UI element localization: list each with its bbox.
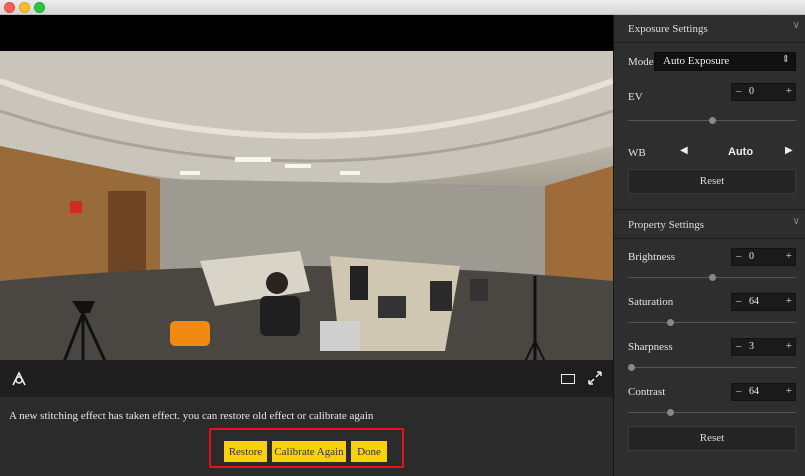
property-settings-title: Property Settings: [628, 219, 705, 231]
stitching-message: A new stitching effect has taken effect.…: [9, 410, 374, 422]
ev-value[interactable]: 0: [749, 86, 754, 97]
contrast-value[interactable]: 64: [749, 386, 759, 397]
close-window-button[interactable]: [4, 2, 15, 13]
ev-label: EV: [628, 91, 643, 103]
wb-value: Auto: [728, 146, 754, 158]
wb-next-icon[interactable]: ▶: [785, 145, 793, 156]
mode-label: Mode: [628, 56, 654, 68]
chevron-down-icon[interactable]: ∨: [793, 216, 800, 227]
saturation-increment-button[interactable]: +: [786, 295, 792, 307]
sharpness-slider-knob[interactable]: [628, 364, 635, 371]
restore-button[interactable]: Restore: [224, 441, 267, 462]
saturation-label: Saturation: [628, 296, 674, 308]
preview-area: A new stitching effect has taken effect.…: [0, 15, 613, 476]
contrast-slider-knob[interactable]: [667, 409, 674, 416]
contrast-label: Contrast: [628, 386, 666, 398]
done-button[interactable]: Done: [351, 441, 387, 462]
brightness-increment-button[interactable]: +: [786, 250, 792, 262]
saturation-slider-knob[interactable]: [667, 319, 674, 326]
mode-select[interactable]: Auto Exposure ⇕: [654, 52, 796, 71]
sharpness-slider[interactable]: [628, 364, 796, 371]
action-highlight-box: Restore Calibrate Again Done: [209, 428, 404, 468]
ev-stepper[interactable]: – 0 +: [731, 83, 796, 101]
mode-select-value: Auto Exposure: [663, 55, 730, 67]
property-settings-header[interactable]: Property Settings ∨: [614, 211, 805, 237]
stitch-icon[interactable]: [10, 370, 28, 388]
brightness-value[interactable]: 0: [749, 251, 754, 262]
zoom-window-button[interactable]: [34, 2, 45, 13]
sharpness-decrement-button[interactable]: –: [736, 340, 742, 352]
ev-increment-button[interactable]: +: [786, 85, 792, 97]
message-area: A new stitching effect has taken effect.…: [0, 397, 613, 476]
ev-slider[interactable]: [628, 117, 796, 124]
ev-decrement-button[interactable]: –: [736, 85, 742, 97]
minimize-window-button[interactable]: [19, 2, 30, 13]
fullscreen-icon[interactable]: [587, 370, 603, 386]
sharpness-label: Sharpness: [628, 341, 673, 353]
contrast-slider[interactable]: [628, 409, 796, 416]
brightness-slider[interactable]: [628, 274, 796, 281]
chevron-down-icon[interactable]: ∨: [793, 20, 800, 31]
sharpness-increment-button[interactable]: +: [786, 340, 792, 352]
brightness-stepper[interactable]: – 0 +: [731, 248, 796, 266]
saturation-slider[interactable]: [628, 319, 796, 326]
saturation-value[interactable]: 64: [749, 296, 759, 307]
sharpness-value[interactable]: 3: [749, 341, 754, 352]
brightness-label: Brightness: [628, 251, 676, 263]
saturation-stepper[interactable]: – 64 +: [731, 293, 796, 311]
divider: [614, 238, 805, 239]
wb-prev-icon[interactable]: ◀: [680, 145, 688, 156]
exposure-settings-title: Exposure Settings: [628, 23, 708, 35]
ev-slider-knob[interactable]: [709, 117, 716, 124]
divider: [614, 42, 805, 43]
frame-icon[interactable]: [561, 374, 575, 384]
property-reset-button[interactable]: Reset: [628, 426, 796, 451]
window-titlebar: [0, 0, 805, 15]
calibrate-again-button[interactable]: Calibrate Again: [272, 441, 346, 462]
exposure-settings-header[interactable]: Exposure Settings ∨: [614, 15, 805, 41]
brightness-slider-knob[interactable]: [709, 274, 716, 281]
contrast-stepper[interactable]: – 64 +: [731, 383, 796, 401]
brightness-decrement-button[interactable]: –: [736, 250, 742, 262]
panorama-image: [0, 51, 613, 372]
sharpness-stepper[interactable]: – 3 +: [731, 338, 796, 356]
select-arrows-icon: ⇕: [781, 54, 790, 65]
exposure-reset-button[interactable]: Reset: [628, 169, 796, 194]
preview-toolbar: [0, 360, 613, 397]
divider: [614, 209, 805, 210]
contrast-decrement-button[interactable]: –: [736, 385, 742, 397]
settings-panel: Exposure Settings ∨ Mode Auto Exposure ⇕…: [613, 15, 805, 476]
panorama-preview[interactable]: [0, 51, 613, 372]
contrast-increment-button[interactable]: +: [786, 385, 792, 397]
wb-label: WB: [628, 147, 646, 159]
saturation-decrement-button[interactable]: –: [736, 295, 742, 307]
